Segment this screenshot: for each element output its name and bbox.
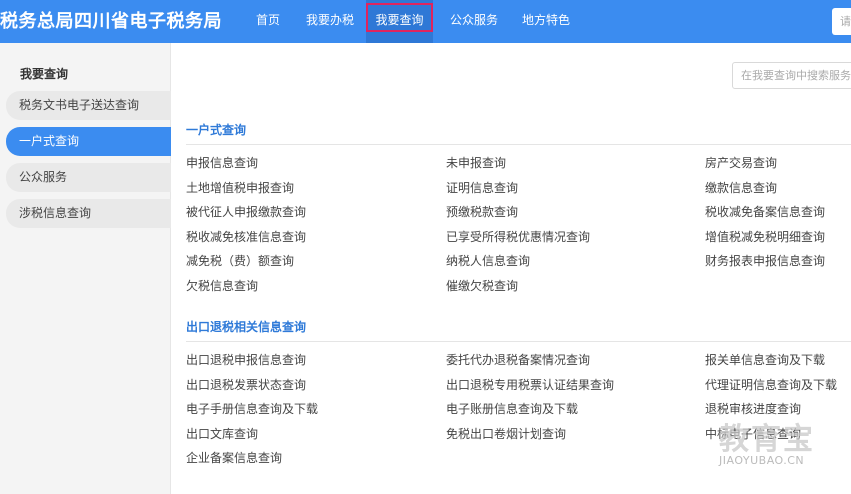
section-export-rebate-query-title: 出口退税相关信息查询 bbox=[186, 320, 307, 334]
query-link[interactable]: 被代征人申报缴款查询 bbox=[186, 203, 306, 220]
sidebar-title: 我要查询 bbox=[20, 67, 69, 81]
query-link[interactable]: 出口退税申报信息查询 bbox=[186, 351, 306, 368]
query-link[interactable]: 土地增值税申报查询 bbox=[186, 179, 294, 196]
query-link[interactable]: 退税审核进度查询 bbox=[705, 400, 801, 417]
query-link[interactable]: 缴款信息查询 bbox=[705, 179, 777, 196]
query-link[interactable]: 中标电子信息查询 bbox=[705, 425, 801, 442]
query-link[interactable]: 欠税信息查询 bbox=[186, 277, 258, 294]
sidebar: 我要查询 税务文书电子送达查询 一户式查询 公众服务 涉税信息查询 bbox=[0, 43, 171, 494]
query-link[interactable]: 税收减免备案信息查询 bbox=[705, 203, 825, 220]
query-link[interactable]: 减免税（费）额查询 bbox=[186, 252, 294, 269]
service-search-input[interactable]: 在我要查询中搜索服务 bbox=[732, 62, 851, 89]
query-link[interactable]: 企业备案信息查询 bbox=[186, 449, 282, 466]
nav-local-features[interactable]: 地方特色 bbox=[522, 0, 570, 43]
section-one-stop-query-title: 一户式查询 bbox=[186, 123, 247, 137]
sidebar-item-one-stop-query[interactable]: 一户式查询 bbox=[6, 127, 171, 156]
query-link[interactable]: 未申报查询 bbox=[446, 154, 506, 171]
sidebar-item-public-services[interactable]: 公众服务 bbox=[6, 163, 171, 192]
query-link[interactable]: 税收减免核准信息查询 bbox=[186, 228, 306, 245]
query-link[interactable]: 电子手册信息查询及下载 bbox=[186, 400, 318, 417]
query-link[interactable]: 免税出口卷烟计划查询 bbox=[446, 425, 566, 442]
header-search-input[interactable]: 请 bbox=[832, 8, 851, 35]
sidebar-item-tax-info-query[interactable]: 涉税信息查询 bbox=[6, 199, 171, 228]
section-divider bbox=[186, 341, 851, 342]
query-link[interactable]: 报关单信息查询及下载 bbox=[705, 351, 825, 368]
nav-tax-handling[interactable]: 我要办税 bbox=[306, 0, 354, 43]
watermark-url: JIAOYUBAO.CN bbox=[719, 454, 805, 467]
nav-query[interactable]: 我要查询 bbox=[366, 0, 433, 43]
query-link[interactable]: 申报信息查询 bbox=[186, 154, 258, 171]
nav-public-services[interactable]: 公众服务 bbox=[450, 0, 498, 43]
query-link[interactable]: 已享受所得税优惠情况查询 bbox=[446, 228, 590, 245]
query-link[interactable]: 出口退税专用税票认证结果查询 bbox=[446, 376, 614, 393]
query-link[interactable]: 委托代办退税备案情况查询 bbox=[446, 351, 590, 368]
site-title: 税务总局四川省电子税务局 bbox=[0, 11, 222, 32]
query-link[interactable]: 预缴税款查询 bbox=[446, 203, 518, 220]
query-link[interactable]: 证明信息查询 bbox=[446, 179, 518, 196]
sidebar-item-document-delivery[interactable]: 税务文书电子送达查询 bbox=[6, 91, 171, 120]
query-link[interactable]: 增值税减免税明细查询 bbox=[705, 228, 825, 245]
section-divider bbox=[186, 144, 851, 145]
query-link[interactable]: 出口文库查询 bbox=[186, 425, 258, 442]
query-link[interactable]: 纳税人信息查询 bbox=[446, 252, 530, 269]
nav-home[interactable]: 首页 bbox=[256, 0, 280, 43]
query-link[interactable]: 电子账册信息查询及下载 bbox=[446, 400, 578, 417]
query-link[interactable]: 代理证明信息查询及下载 bbox=[705, 376, 837, 393]
watermark: 教育宝 JIAOYUBAO.CN bbox=[715, 414, 851, 470]
top-bar: 税务总局四川省电子税务局 首页 我要办税 我要查询 公众服务 地方特色 请 bbox=[0, 0, 851, 43]
query-link[interactable]: 财务报表申报信息查询 bbox=[705, 252, 825, 269]
query-link[interactable]: 催缴欠税查询 bbox=[446, 277, 518, 294]
query-link[interactable]: 房产交易查询 bbox=[705, 154, 777, 171]
query-link[interactable]: 出口退税发票状态查询 bbox=[186, 376, 306, 393]
